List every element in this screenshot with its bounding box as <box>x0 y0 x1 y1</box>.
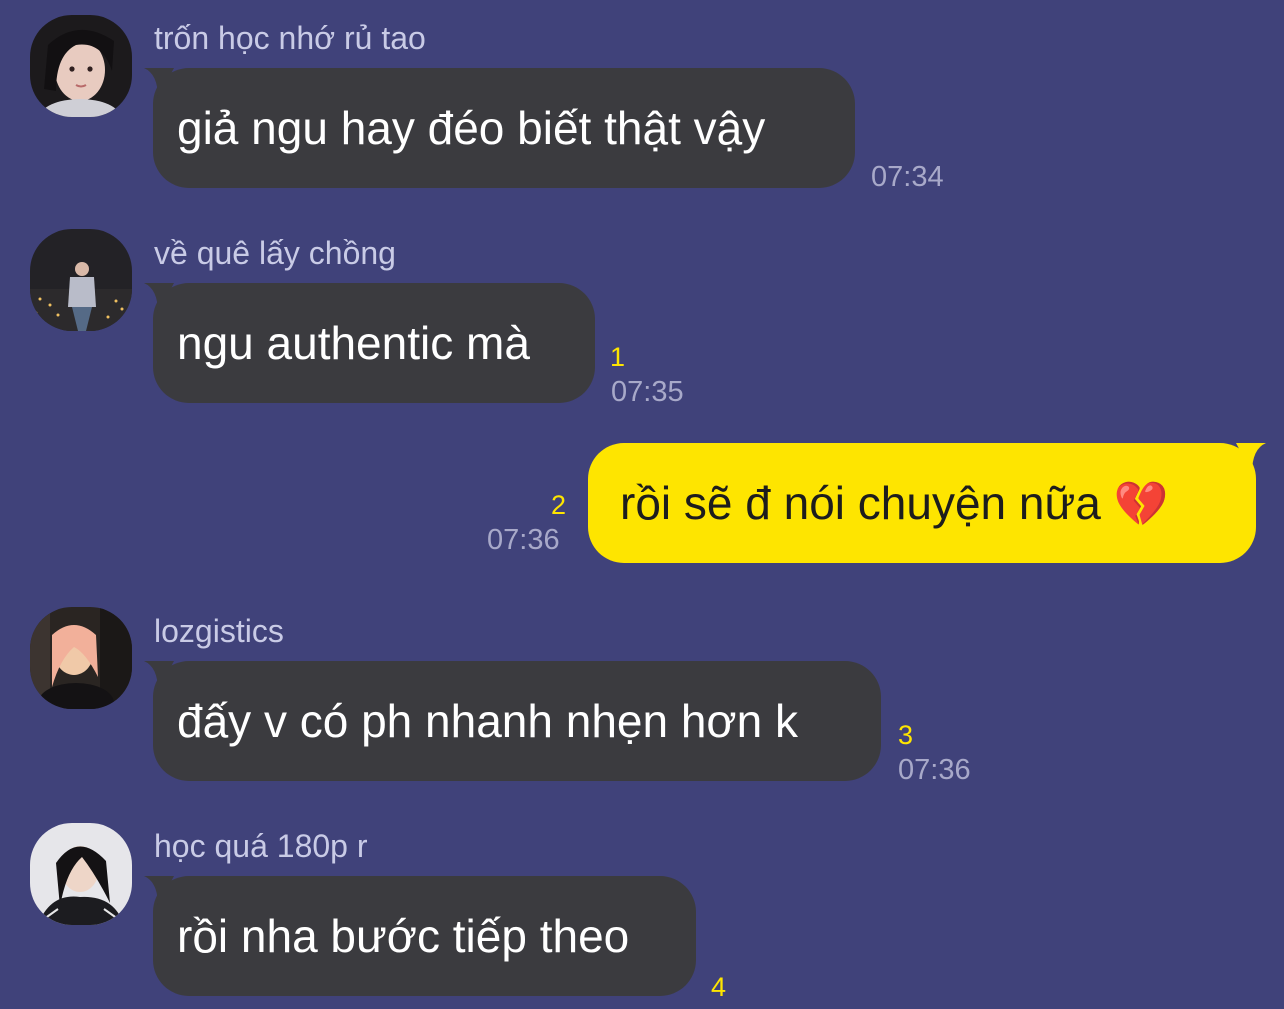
unread-count: 4 <box>711 972 727 1002</box>
unread-count: 1 <box>610 342 626 372</box>
sender-name: lozgistics <box>154 613 284 649</box>
sender-name: học quá 180p r <box>154 828 368 864</box>
profile-photo-icon <box>30 229 132 331</box>
avatar[interactable] <box>30 607 132 709</box>
bubble-tail-icon <box>144 68 174 98</box>
unread-count: 2 <box>551 490 567 520</box>
timestamp: 07:34 <box>871 161 944 193</box>
profile-photo-icon <box>30 15 132 117</box>
message-bubble[interactable]: ngu authentic mà <box>144 283 595 403</box>
message-text: rồi sẽ đ nói chuyện nữa <box>620 477 1101 529</box>
message-text: ngu authentic mà <box>177 317 530 369</box>
sender-name: trốn học nhớ rủ tao <box>154 20 426 56</box>
avatar[interactable] <box>30 15 132 117</box>
profile-photo-icon <box>30 823 132 925</box>
message-text: đấy v có ph nhanh nhẹn hơn k <box>177 695 798 747</box>
bubble-tail-icon <box>1236 443 1266 473</box>
message-text: giả ngu hay đéo biết thật vậy <box>177 102 766 154</box>
profile-photo-icon <box>30 607 132 709</box>
avatar[interactable] <box>30 229 132 331</box>
timestamp: 07:35 <box>611 376 684 408</box>
bubble-tail-icon <box>144 283 174 313</box>
timestamp: 07:36 <box>898 754 971 786</box>
message-bubble[interactable]: giả ngu hay đéo biết thật vậy <box>144 68 855 188</box>
message-bubble[interactable]: đấy v có ph nhanh nhẹn hơn k <box>144 661 881 781</box>
broken-heart-icon: 💔 <box>1113 480 1169 529</box>
sender-name: về quê lấy chồng <box>154 235 396 271</box>
unread-count: 3 <box>898 720 914 750</box>
message-bubble[interactable]: rồi sẽ đ nói chuyện nữa 💔 <box>588 443 1266 563</box>
message-text: rồi nha bước tiếp theo <box>177 910 630 962</box>
avatar[interactable] <box>30 823 132 925</box>
bubble-tail-icon <box>144 876 174 906</box>
timestamp: 07:36 <box>487 524 560 556</box>
bubble-tail-icon <box>144 661 174 691</box>
message-bubble[interactable]: rồi nha bước tiếp theo <box>144 876 696 996</box>
